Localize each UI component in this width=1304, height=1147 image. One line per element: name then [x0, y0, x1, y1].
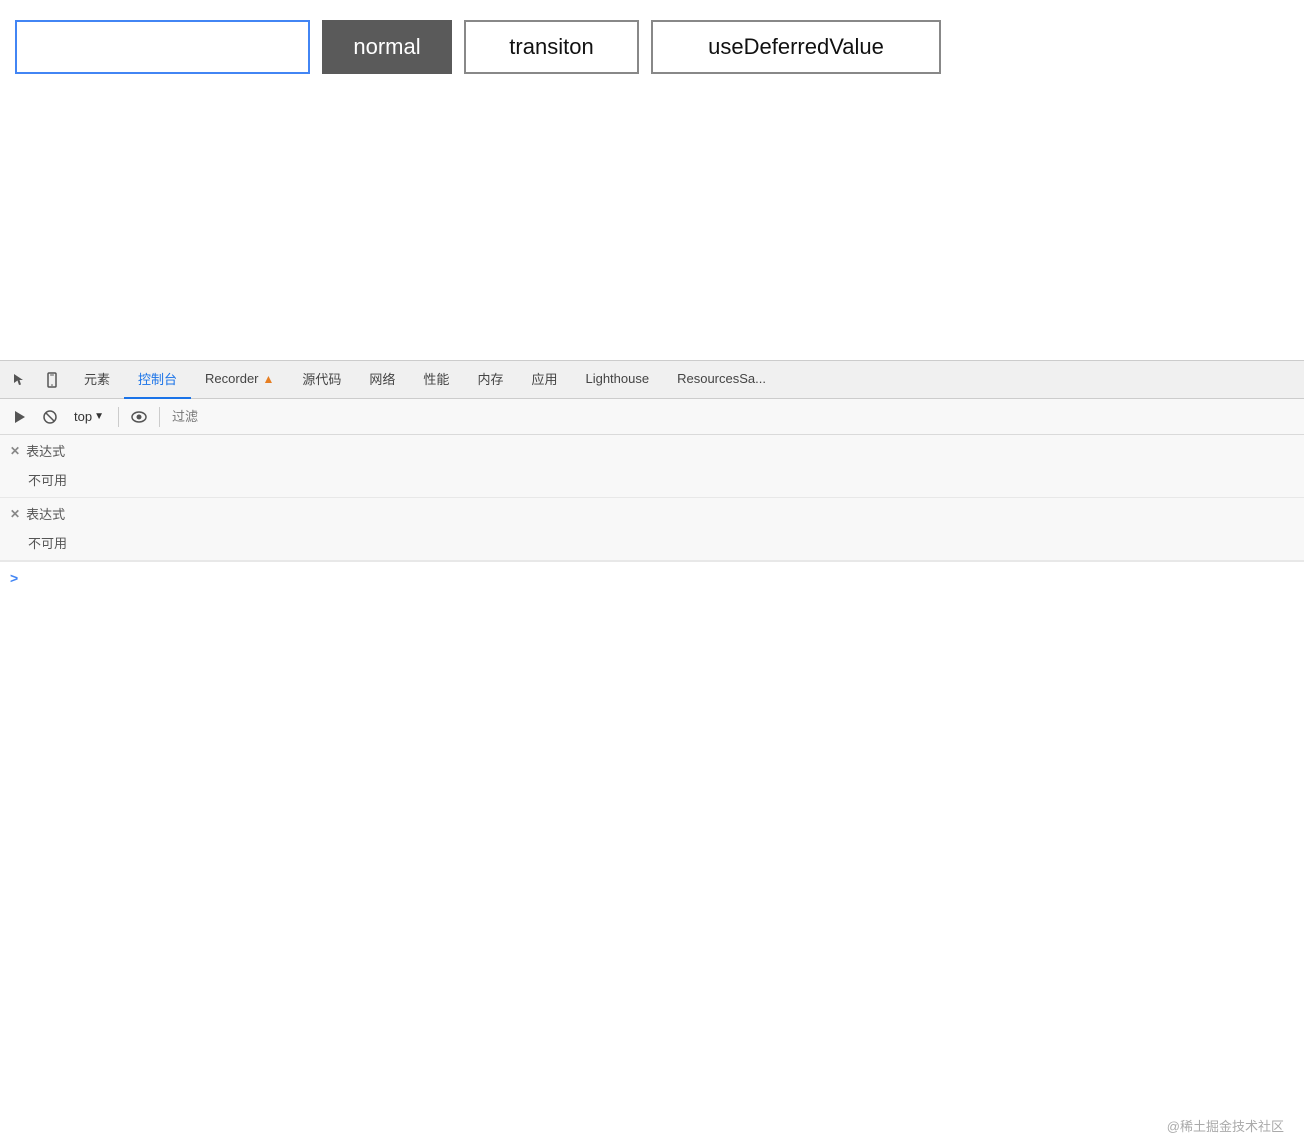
eye-icon[interactable] [127, 405, 151, 429]
expression-value-2: 不可用 [0, 529, 1304, 560]
tab-network[interactable]: 网络 [355, 361, 409, 399]
tab-performance[interactable]: 性能 [409, 361, 463, 399]
device-toolbar-icon[interactable] [38, 366, 66, 394]
console-content: ✕ 表达式 不可用 ✕ 表达式 不可用 > [0, 435, 1304, 1147]
console-prompt: > [0, 561, 1304, 594]
expression-label-1: 表达式 [26, 441, 65, 460]
tab-memory[interactable]: 内存 [463, 361, 517, 399]
expression-block-1: ✕ 表达式 不可用 [0, 435, 1304, 498]
search-input[interactable] [15, 20, 310, 74]
expression-close-1[interactable]: ✕ [10, 444, 20, 458]
devtools-panel: 元素 控制台 Recorder ▲ 源代码 网络 性能 内存 应用 Lighth… [0, 360, 1304, 1147]
expression-header-1: ✕ 表达式 [0, 435, 1304, 466]
context-label: top [74, 409, 92, 424]
filter-input[interactable] [168, 407, 1296, 426]
run-script-icon[interactable] [8, 405, 32, 429]
app-area: normal transiton useDeferredValue [0, 0, 1304, 360]
normal-button[interactable]: normal [322, 20, 452, 74]
deferred-value-button[interactable]: useDeferredValue [651, 20, 941, 74]
console-toolbar: top ▼ [0, 399, 1304, 435]
toolbar-separator-2 [159, 407, 160, 427]
tab-lighthouse[interactable]: Lighthouse [571, 361, 663, 399]
tab-recorder[interactable]: Recorder ▲ [191, 361, 288, 399]
transition-button[interactable]: transiton [464, 20, 639, 74]
tab-sources[interactable]: 源代码 [288, 361, 355, 399]
tab-application[interactable]: 应用 [517, 361, 571, 399]
devtools-tab-bar: 元素 控制台 Recorder ▲ 源代码 网络 性能 内存 应用 Lighth… [0, 361, 1304, 399]
expression-value-1: 不可用 [0, 466, 1304, 497]
tab-elements[interactable]: 元素 [70, 361, 124, 399]
expression-label-2: 表达式 [26, 504, 65, 523]
tab-resourcessaver[interactable]: ResourcesSa... [663, 361, 780, 399]
context-selector[interactable]: top ▼ [68, 407, 110, 426]
watermark: @稀土掘金技术社区 [1167, 1116, 1284, 1135]
prompt-arrow-icon[interactable]: > [10, 570, 18, 586]
tab-console[interactable]: 控制台 [124, 361, 191, 399]
expression-close-2[interactable]: ✕ [10, 507, 20, 521]
recorder-warning-icon: ▲ [263, 372, 275, 386]
chevron-down-icon: ▼ [94, 411, 104, 422]
toolbar-separator-1 [118, 407, 119, 427]
inspect-element-icon[interactable] [6, 366, 34, 394]
block-icon[interactable] [38, 405, 62, 429]
expression-block-2: ✕ 表达式 不可用 [0, 498, 1304, 561]
expression-header-2: ✕ 表达式 [0, 498, 1304, 529]
